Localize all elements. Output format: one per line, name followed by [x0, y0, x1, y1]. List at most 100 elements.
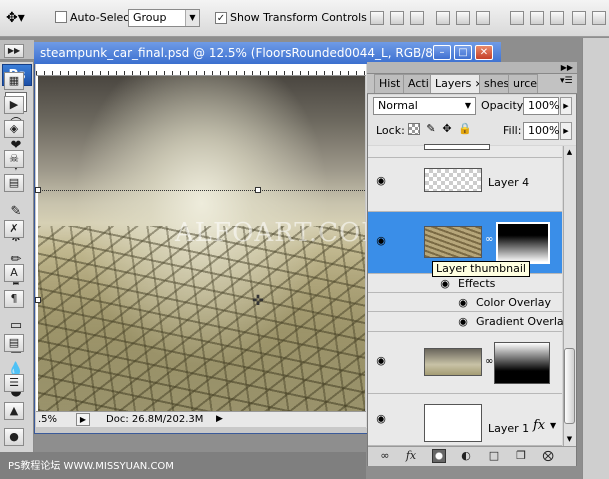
expand-effects-icon[interactable]: ▼ [550, 421, 556, 430]
brush-presets-icon[interactable]: ☠ [4, 150, 24, 168]
color-overlay-label[interactable]: Color Overlay [476, 296, 551, 309]
eyedropper-tool-icon[interactable]: ✎ [5, 202, 27, 222]
eraser-tool-icon[interactable]: ▭ [5, 316, 27, 336]
layer-row-sky[interactable]: ◉ ∞ [368, 332, 562, 394]
layer-thumbnail[interactable] [424, 348, 482, 376]
layer-thumbnail[interactable] [424, 168, 482, 192]
distribute-bottom-icon[interactable] [550, 11, 564, 25]
new-layer-icon[interactable]: ❐ [514, 449, 528, 463]
site-credit: PS教程论坛 WWW.MISSYUAN.COM [8, 461, 174, 472]
lock-position-icon[interactable]: ✥ [441, 123, 453, 135]
color-icon[interactable]: ● [4, 428, 24, 446]
layers-panel-header[interactable]: ▶▶ [367, 62, 577, 74]
move-tool-preset-icon[interactable]: ✥▾ [6, 10, 25, 26]
layer-row-top-partial[interactable] [368, 144, 562, 158]
distribute-vcenter-icon[interactable] [530, 11, 544, 25]
show-transform-checkbox[interactable] [215, 11, 227, 24]
blend-mode-dropdown[interactable]: Normal ▼ [373, 97, 476, 115]
layer-name[interactable]: Layer 1 [488, 422, 529, 435]
tab-actions[interactable]: Acti [403, 74, 431, 93]
transform-handle-left[interactable] [35, 187, 41, 193]
visibility-eye-icon[interactable]: ◉ [374, 412, 388, 425]
play-icon[interactable]: ▶ [4, 96, 24, 114]
transform-handle-mid-left[interactable] [35, 297, 41, 303]
visibility-eye-icon[interactable]: ◉ [374, 174, 388, 187]
horizontal-ruler[interactable] [36, 64, 366, 76]
align-right-icon[interactable] [476, 11, 490, 25]
auto-select-checkbox[interactable] [55, 11, 67, 26]
layer-row-layer-4[interactable]: ◉ Layer 4 [368, 158, 562, 212]
mask-icon[interactable] [432, 449, 446, 463]
lock-transparency-icon[interactable] [408, 123, 420, 135]
opacity-slider-icon[interactable]: ▶ [560, 97, 572, 115]
scroll-down-icon[interactable]: ▼ [564, 434, 575, 445]
navigator-icon[interactable]: ▲ [4, 402, 24, 420]
scroll-up-icon[interactable]: ▲ [564, 147, 575, 158]
visibility-eye-icon[interactable]: ◉ [374, 234, 388, 247]
maximize-button[interactable]: □ [454, 45, 472, 60]
paragraph-icon[interactable]: ¶ [4, 290, 24, 308]
character-icon[interactable]: A [4, 264, 24, 282]
status-arrow-icon[interactable]: ▶ [216, 412, 223, 427]
align-vcenter-icon[interactable] [390, 11, 404, 25]
layer-row-layer-1[interactable]: ◉ Layer 1 fx ▼ [368, 394, 562, 446]
adjustment-icon[interactable]: ◐ [459, 449, 473, 463]
dock-collapse-icon[interactable]: ▶▶ [4, 44, 24, 58]
layer-thumbnail[interactable] [424, 226, 482, 258]
layer-mask-thumbnail[interactable] [496, 222, 550, 264]
opacity-input[interactable]: 100% [523, 97, 559, 115]
fx-icon[interactable]: fx [404, 449, 418, 463]
layer-fx-badge[interactable]: fx [533, 418, 545, 433]
align-hcenter-icon[interactable] [456, 11, 470, 25]
effects-label[interactable]: Effects [458, 277, 495, 290]
panel-collapse-icon[interactable]: ▶▶ [561, 62, 573, 73]
trash-icon[interactable]: ⨂ [541, 449, 555, 463]
layers-stack-icon[interactable]: ◈ [4, 120, 24, 138]
status-menu-icon[interactable]: ▶ [76, 413, 90, 426]
link-icon[interactable]: ∞ [378, 449, 392, 463]
tab-history[interactable]: Hist [374, 74, 404, 93]
layers-scrollbar-thumb[interactable] [564, 348, 575, 424]
chain-link-icon[interactable]: ∞ [485, 234, 493, 245]
color-overlay-eye-icon[interactable]: ◉ [456, 296, 470, 309]
effects-eye-icon[interactable]: ◉ [438, 277, 452, 290]
fill-input[interactable]: 100% [523, 122, 559, 140]
layer-thumbnail[interactable] [424, 404, 482, 442]
distribute-left-icon[interactable] [572, 11, 586, 25]
zoom-level[interactable]: .5% [38, 412, 57, 427]
gradient-overlay-label[interactable]: Gradient Overlay [476, 315, 570, 328]
gradient-overlay-eye-icon[interactable]: ◉ [456, 315, 470, 328]
chain-link-icon[interactable]: ∞ [485, 356, 493, 367]
align-bottom-icon[interactable] [410, 11, 424, 25]
folder-icon[interactable]: □ [487, 449, 501, 463]
visibility-eye-icon[interactable]: ◉ [374, 354, 388, 367]
close-button[interactable]: ✕ [475, 45, 493, 60]
reference-point-icon[interactable]: ✜ [251, 294, 265, 308]
tool-presets-icon[interactable]: ▤ [4, 174, 24, 192]
panel-menu-icon[interactable]: ▾☰ [560, 76, 573, 86]
lock-label: Lock: [376, 124, 405, 137]
lock-all-icon[interactable]: 🔒 [458, 123, 472, 135]
gradient-overlay-row[interactable]: ◉ Gradient Overlay [368, 312, 570, 332]
document-title-bar[interactable]: steampunk_car_final.psd @ 12.5% (FloorsR… [34, 42, 501, 64]
minimize-button[interactable]: – [433, 45, 451, 60]
align-top-icon[interactable] [370, 11, 384, 25]
histogram-icon[interactable]: ▦ [4, 72, 24, 90]
lock-pixels-icon[interactable]: ✎ [425, 123, 437, 135]
layer-mask-thumbnail[interactable] [494, 342, 550, 384]
info-icon[interactable]: ☰ [4, 374, 24, 392]
tab-layers[interactable]: Layers ✕ [430, 74, 480, 93]
tab-source[interactable]: urce [508, 74, 538, 93]
distribute-top-icon[interactable] [510, 11, 524, 25]
layer-name[interactable]: Layer 4 [488, 176, 529, 189]
auto-select-dropdown[interactable]: Group ▼ [128, 9, 200, 27]
opacity-label: Opacity: [481, 99, 527, 112]
transform-handle-top[interactable] [255, 187, 261, 193]
tab-brushes[interactable]: shes [479, 74, 509, 93]
color-overlay-row[interactable]: ◉ Color Overlay [368, 293, 562, 312]
notes-icon[interactable]: ▤ [4, 334, 24, 352]
transform-icon[interactable]: ✗ [4, 220, 24, 238]
fill-slider-icon[interactable]: ▶ [560, 122, 572, 140]
align-left-icon[interactable] [436, 11, 450, 25]
distribute-right-icon[interactable] [592, 11, 606, 25]
